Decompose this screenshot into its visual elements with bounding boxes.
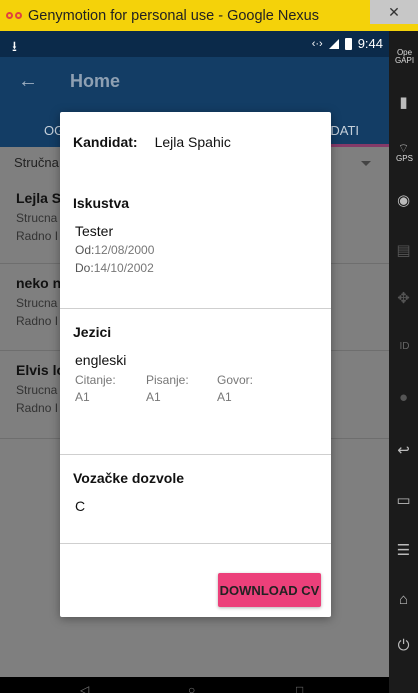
android-nav-bar: ◁ ○ □	[0, 677, 389, 693]
experience-to-value: 14/10/2002	[93, 261, 154, 275]
candidate-detail-dialog: Kandidat: Lejla Spahic Iskustva Tester O…	[60, 112, 331, 617]
list-item-name: Lejla S	[16, 190, 62, 206]
languages-heading: Jezici	[73, 324, 112, 340]
window-title-bar: Genymotion for personal use - Google Nex…	[0, 0, 418, 31]
window-title: Genymotion for personal use - Google Nex…	[28, 7, 319, 24]
dropdown-arrow-icon[interactable]	[361, 161, 371, 166]
window-close-button[interactable]: ✕	[370, 0, 418, 24]
experience-to-label: Do:	[75, 261, 94, 275]
list-item-name: Elvis lo	[16, 362, 66, 378]
section-divider	[60, 543, 331, 544]
gps-label: GPS	[396, 154, 413, 163]
language-levels: Citanje: A1 Pisanje: A1 Govor: A1	[75, 372, 288, 406]
list-item-line2: Radno I	[16, 401, 59, 415]
camera-widget-icon[interactable]: ◉	[389, 191, 418, 209]
back-widget-icon[interactable]: ↩	[389, 441, 418, 459]
battery-icon	[344, 37, 352, 50]
section-divider	[60, 308, 331, 309]
writing-level: Pisanje: A1	[146, 372, 217, 406]
dpad-widget-icon[interactable]: ✥	[389, 289, 418, 307]
device-id-widget[interactable]: ID	[391, 342, 418, 352]
filter-dropdown[interactable]: Stručna	[14, 155, 59, 170]
nav-home-icon[interactable]: ○	[188, 683, 195, 693]
menu-widget-icon[interactable]: ☰	[389, 541, 418, 559]
power-widget-icon[interactable]: ⏻	[389, 637, 418, 654]
opengapps-label[interactable]: Ope GAPI	[391, 49, 418, 65]
arrow-left-icon[interactable]: ←	[18, 70, 38, 93]
nav-back-icon[interactable]: ◁	[80, 683, 89, 693]
list-item-line2: Radno I	[16, 229, 59, 243]
status-bar: ⭳ ‹·› 9:44	[0, 31, 389, 57]
app-bar: ← Home	[0, 57, 389, 107]
experience-to: Do:14/10/2002	[75, 261, 154, 275]
download-cv-button[interactable]: DOWNLOAD CV	[218, 573, 321, 607]
language-name: engleski	[75, 352, 127, 368]
list-item-line1: Strucna	[16, 383, 58, 397]
experience-from-label: Od:	[75, 243, 95, 257]
genymotion-sidebar: Ope GAPI ▮ ⌔ GPS ◉ ▤ ✥ ID ● ↩ ▭ ☰ ⌂ ⏻	[389, 31, 418, 693]
writing-label: Pisanje:	[146, 373, 189, 387]
reading-level: Citanje: A1	[75, 372, 146, 406]
candidate-name: Lejla Spahic	[154, 134, 231, 150]
speaking-value: A1	[217, 390, 232, 404]
list-item-line1: Strucna	[16, 211, 58, 225]
reading-label: Citanje:	[75, 373, 116, 387]
emulator-window: Genymotion for personal use - Google Nex…	[0, 0, 418, 693]
genymotion-logo-icon	[6, 10, 22, 22]
list-item-line1: Strucna	[16, 296, 58, 310]
speaking-level: Govor: A1	[217, 372, 288, 406]
licenses-heading: Vozačke dozvole	[73, 470, 185, 486]
candidate-row: Kandidat: Lejla Spahic	[73, 134, 231, 150]
capture-widget-icon[interactable]: ▤	[389, 241, 418, 259]
data-transfer-icon: ‹·›	[311, 37, 323, 50]
status-icons: ‹·› 9:44	[312, 36, 383, 51]
experience-from: Od:12/08/2000	[75, 243, 154, 257]
status-time: 9:44	[357, 36, 383, 51]
signal-icon	[328, 38, 339, 49]
disk-widget-icon[interactable]: ●	[389, 389, 418, 406]
app-title: Home	[70, 71, 121, 91]
experience-position: Tester	[75, 223, 114, 239]
tab-right[interactable]: DATI	[330, 123, 359, 138]
battery-widget-icon[interactable]: ▮	[389, 93, 418, 111]
section-divider	[60, 454, 331, 455]
list-item-line2: Radno I	[16, 314, 59, 328]
reading-value: A1	[75, 390, 90, 404]
experience-heading: Iskustva	[73, 195, 130, 211]
candidate-label: Kandidat:	[73, 134, 138, 150]
nav-recents-icon[interactable]: □	[296, 683, 303, 693]
speaking-label: Govor:	[217, 373, 254, 387]
home-widget-icon[interactable]: ⌂	[389, 591, 418, 608]
experience-from-value: 12/08/2000	[94, 243, 155, 257]
writing-value: A1	[146, 390, 161, 404]
recent-apps-widget-icon[interactable]: ▭	[389, 491, 418, 509]
list-item-name: neko n	[16, 275, 62, 291]
license-category: C	[75, 498, 86, 514]
